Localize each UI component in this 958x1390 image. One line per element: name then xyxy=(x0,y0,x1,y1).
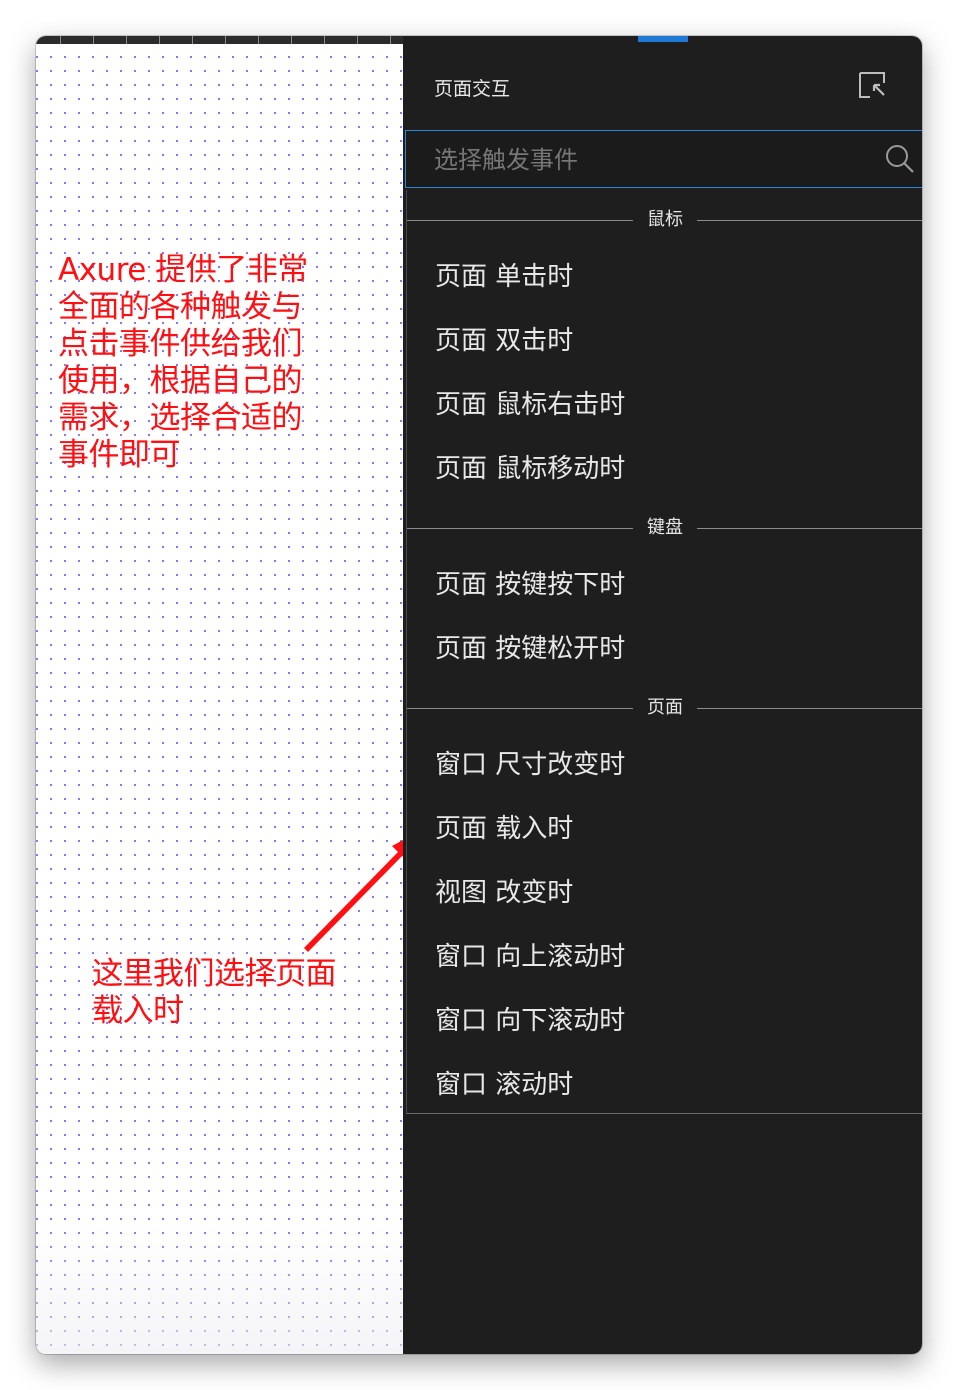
event-item-view-change[interactable]: 视图 改变时 xyxy=(435,876,573,910)
annotation-note-secondary: 这里我们选择页面 载入时 xyxy=(92,956,337,1029)
event-item-page-right-click[interactable]: 页面 鼠标右击时 xyxy=(435,388,625,422)
event-item-page-double-click[interactable]: 页面 双击时 xyxy=(435,324,573,358)
section-header-page: 页面 xyxy=(407,697,922,719)
event-item-window-scroll-down[interactable]: 窗口 向下滚动时 xyxy=(435,1004,625,1038)
event-search-box[interactable] xyxy=(405,130,922,188)
collapse-panel-icon[interactable] xyxy=(857,70,889,102)
event-item-page-load[interactable]: 页面 载入时 xyxy=(435,812,573,846)
event-list: 鼠标 页面 单击时 页面 双击时 页面 鼠标右击时 页面 鼠标移动时 键盘 页面… xyxy=(406,190,922,1114)
annotation-note-primary: Axure 提供了非常 全面的各种触发与 点击事件供给我们 使用，根据自己的 需… xyxy=(58,252,308,473)
event-item-key-up[interactable]: 页面 按键松开时 xyxy=(435,632,625,666)
section-header-keyboard: 键盘 xyxy=(407,517,922,539)
section-header-mouse: 鼠标 xyxy=(407,209,922,231)
page-interactions-panel: 页面交互 鼠标 页面 单击时 页面 双击时 页面 鼠标右击时 页面 鼠 xyxy=(403,36,922,1354)
app-window: Axure 提供了非常 全面的各种触发与 点击事件供给我们 使用，根据自己的 需… xyxy=(36,36,922,1354)
horizontal-ruler xyxy=(36,36,403,44)
section-label: 鼠标 xyxy=(647,209,683,230)
panel-title: 页面交互 xyxy=(434,78,511,100)
active-tab-indicator xyxy=(638,36,688,42)
design-canvas[interactable]: Axure 提供了非常 全面的各种触发与 点击事件供给我们 使用，根据自己的 需… xyxy=(36,44,418,1354)
search-icon[interactable] xyxy=(884,143,916,175)
event-item-page-mouse-move[interactable]: 页面 鼠标移动时 xyxy=(435,452,625,486)
section-label: 键盘 xyxy=(647,517,683,538)
event-item-window-scroll-up[interactable]: 窗口 向上滚动时 xyxy=(435,940,625,974)
section-label: 页面 xyxy=(647,697,683,718)
event-item-window-scroll[interactable]: 窗口 滚动时 xyxy=(435,1068,573,1102)
event-item-page-click[interactable]: 页面 单击时 xyxy=(435,260,573,294)
event-item-window-resize[interactable]: 窗口 尺寸改变时 xyxy=(435,748,625,782)
event-search-input[interactable] xyxy=(432,141,866,179)
event-item-key-down[interactable]: 页面 按键按下时 xyxy=(435,568,625,602)
